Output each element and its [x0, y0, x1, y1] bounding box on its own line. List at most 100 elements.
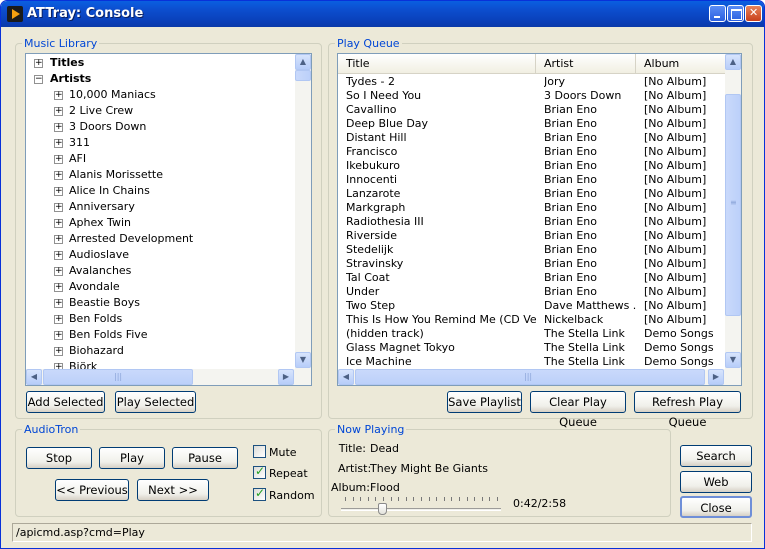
stop-button[interactable]: Stop: [26, 447, 92, 469]
tree-vertical-scrollbar[interactable]: ▲ ▼: [295, 54, 311, 369]
queue-row[interactable]: (hidden track) The Stella Link Demo Songs: [338, 327, 726, 341]
queue-scroll-right-icon[interactable]: ▶: [708, 369, 724, 385]
queue-row[interactable]: Francisco Brian Eno [No Album]: [338, 145, 726, 159]
queue-row[interactable]: Tal Coat Brian Eno [No Album]: [338, 271, 726, 285]
slider-tick: [383, 497, 384, 501]
tree-node-label: Alanis Morissette: [69, 168, 163, 181]
scroll-left-icon[interactable]: ◀: [26, 369, 42, 385]
queue-scroll-left-icon[interactable]: ◀: [338, 369, 354, 385]
scroll-right-icon[interactable]: ▶: [278, 369, 294, 385]
queue-row[interactable]: Stedelijk Brian Eno [No Album]: [338, 243, 726, 257]
tree-hscroll-thumb[interactable]: |||: [43, 369, 193, 385]
queue-scroll-up-icon[interactable]: ▲: [725, 54, 741, 70]
expand-plus-icon[interactable]: +: [54, 331, 63, 340]
queue-row[interactable]: Under Brian Eno [No Album]: [338, 285, 726, 299]
repeat-label: Repeat: [269, 467, 308, 480]
queue-cell-artist: Brian Eno: [544, 117, 597, 130]
column-header-album[interactable]: Album: [636, 54, 726, 73]
queue-row[interactable]: Lanzarote Brian Eno [No Album]: [338, 187, 726, 201]
maximize-button[interactable]: [727, 5, 744, 22]
progress-slider[interactable]: [341, 497, 501, 515]
queue-row[interactable]: So I Need You 3 Doors Down [No Album]: [338, 89, 726, 103]
play-queue-list[interactable]: Title Artist Album Tydes - 2 Jory [No Albu…: [337, 53, 742, 386]
queue-cell-title: Stravinsky: [346, 257, 404, 270]
expand-plus-icon[interactable]: +: [54, 299, 63, 308]
queue-row[interactable]: Deep Blue Day Brian Eno [No Album]: [338, 117, 726, 131]
previous-button[interactable]: << Previous: [55, 479, 129, 501]
queue-row[interactable]: Glass Magnet Tokyo The Stella Link Demo So…: [338, 341, 726, 355]
queue-row[interactable]: Innocenti Brian Eno [No Album]: [338, 173, 726, 187]
expand-plus-icon[interactable]: +: [54, 219, 63, 228]
expand-plus-icon[interactable]: +: [54, 91, 63, 100]
minimize-button[interactable]: [709, 5, 726, 22]
column-header-title[interactable]: Title: [338, 54, 536, 73]
queue-cell-title: Lanzarote: [346, 187, 401, 200]
queue-row[interactable]: Stravinsky Brian Eno [No Album]: [338, 257, 726, 271]
scroll-down-icon[interactable]: ▼: [295, 352, 311, 368]
expand-plus-icon[interactable]: +: [54, 235, 63, 244]
queue-row[interactable]: Tydes - 2 Jory [No Album]: [338, 75, 726, 89]
expand-plus-icon[interactable]: +: [54, 315, 63, 324]
expand-plus-icon[interactable]: +: [34, 59, 43, 68]
now-playing-title-label: Title:: [338, 442, 366, 455]
random-checkbox[interactable]: [253, 486, 266, 501]
slider-tick: [398, 497, 400, 501]
queue-row[interactable]: Markgraph Brian Eno [No Album]: [338, 201, 726, 215]
queue-row[interactable]: Riverside Brian Eno [No Album]: [338, 229, 726, 243]
clear-play-queue-button[interactable]: Clear Play Queue: [530, 391, 626, 429]
queue-row[interactable]: Ice Machine The Stella Link Demo Songs: [338, 355, 726, 369]
repeat-checkbox[interactable]: [253, 464, 266, 479]
refresh-play-queue-button[interactable]: Refresh Play Queue: [634, 391, 741, 429]
queue-row[interactable]: Distant Hill Brian Eno [No Album]: [338, 131, 726, 145]
column-header-artist[interactable]: Artist: [536, 54, 636, 73]
web-console-button[interactable]: Web Console: [680, 471, 752, 509]
music-library-legend: Music Library: [22, 37, 100, 50]
slider-tick: [497, 497, 498, 501]
queue-scroll-down-icon[interactable]: ▼: [725, 352, 741, 368]
queue-row[interactable]: Radiothesia III Brian Eno [No Album]: [338, 215, 726, 229]
mute-checkbox[interactable]: [253, 445, 266, 458]
queue-cell-title: So I Need You: [346, 89, 422, 102]
queue-hscroll-thumb[interactable]: |||: [355, 369, 705, 385]
tree-horizontal-scrollbar[interactable]: ◀ ||| ▶: [26, 369, 311, 385]
expand-plus-icon[interactable]: +: [54, 347, 63, 356]
queue-vertical-scrollbar[interactable]: ▲ ≡ ▼: [725, 54, 741, 369]
add-selected-button[interactable]: Add Selected: [26, 391, 105, 413]
search-button[interactable]: Search: [680, 445, 752, 467]
expand-plus-icon[interactable]: +: [54, 155, 63, 164]
queue-cell-title: Tal Coat: [346, 271, 390, 284]
queue-row[interactable]: Ikebukuro Brian Eno [No Album]: [338, 159, 726, 173]
close-window-button[interactable]: [745, 5, 762, 22]
pause-button[interactable]: Pause: [172, 447, 238, 469]
queue-row[interactable]: Cavallino Brian Eno [No Album]: [338, 103, 726, 117]
queue-row[interactable]: This Is How You Remind Me (CD Versi... Ni…: [338, 313, 726, 327]
next-button[interactable]: Next >>: [137, 479, 209, 501]
tree-vscroll-thumb[interactable]: [295, 70, 311, 81]
tree-node-label: Artists: [50, 72, 92, 85]
expand-plus-icon[interactable]: +: [54, 267, 63, 276]
queue-vscroll-thumb[interactable]: ≡: [725, 94, 741, 316]
expand-plus-icon[interactable]: +: [54, 171, 63, 180]
scroll-up-icon[interactable]: ▲: [295, 54, 311, 70]
queue-horizontal-scrollbar[interactable]: ◀ ||| ▶: [338, 369, 741, 385]
expand-plus-icon[interactable]: +: [54, 203, 63, 212]
queue-row[interactable]: Two Step Dave Matthews ... [No Album]: [338, 299, 726, 313]
library-tree[interactable]: + Titles − Artists +10,000 Maniacs +2 Live Cr…: [25, 53, 312, 386]
expand-plus-icon[interactable]: +: [54, 123, 63, 132]
save-playlist-button[interactable]: Save Playlist: [447, 391, 522, 413]
expand-plus-icon[interactable]: +: [54, 283, 63, 292]
play-selected-button[interactable]: Play Selected: [115, 391, 196, 413]
expand-plus-icon[interactable]: +: [54, 251, 63, 260]
queue-cell-album: [No Album]: [644, 173, 707, 186]
expand-plus-icon[interactable]: +: [54, 139, 63, 148]
close-button[interactable]: Close: [680, 496, 752, 518]
title-bar[interactable]: ATTray: Console: [1, 1, 764, 27]
queue-cell-artist: Brian Eno: [544, 215, 597, 228]
queue-cell-artist: Brian Eno: [544, 243, 597, 256]
expand-plus-icon[interactable]: +: [54, 187, 63, 196]
slider-thumb[interactable]: [377, 503, 387, 515]
play-button[interactable]: Play: [99, 447, 165, 469]
expand-plus-icon[interactable]: +: [54, 107, 63, 116]
collapse-minus-icon[interactable]: −: [34, 75, 43, 84]
now-playing-album-label: Album:: [331, 481, 370, 494]
